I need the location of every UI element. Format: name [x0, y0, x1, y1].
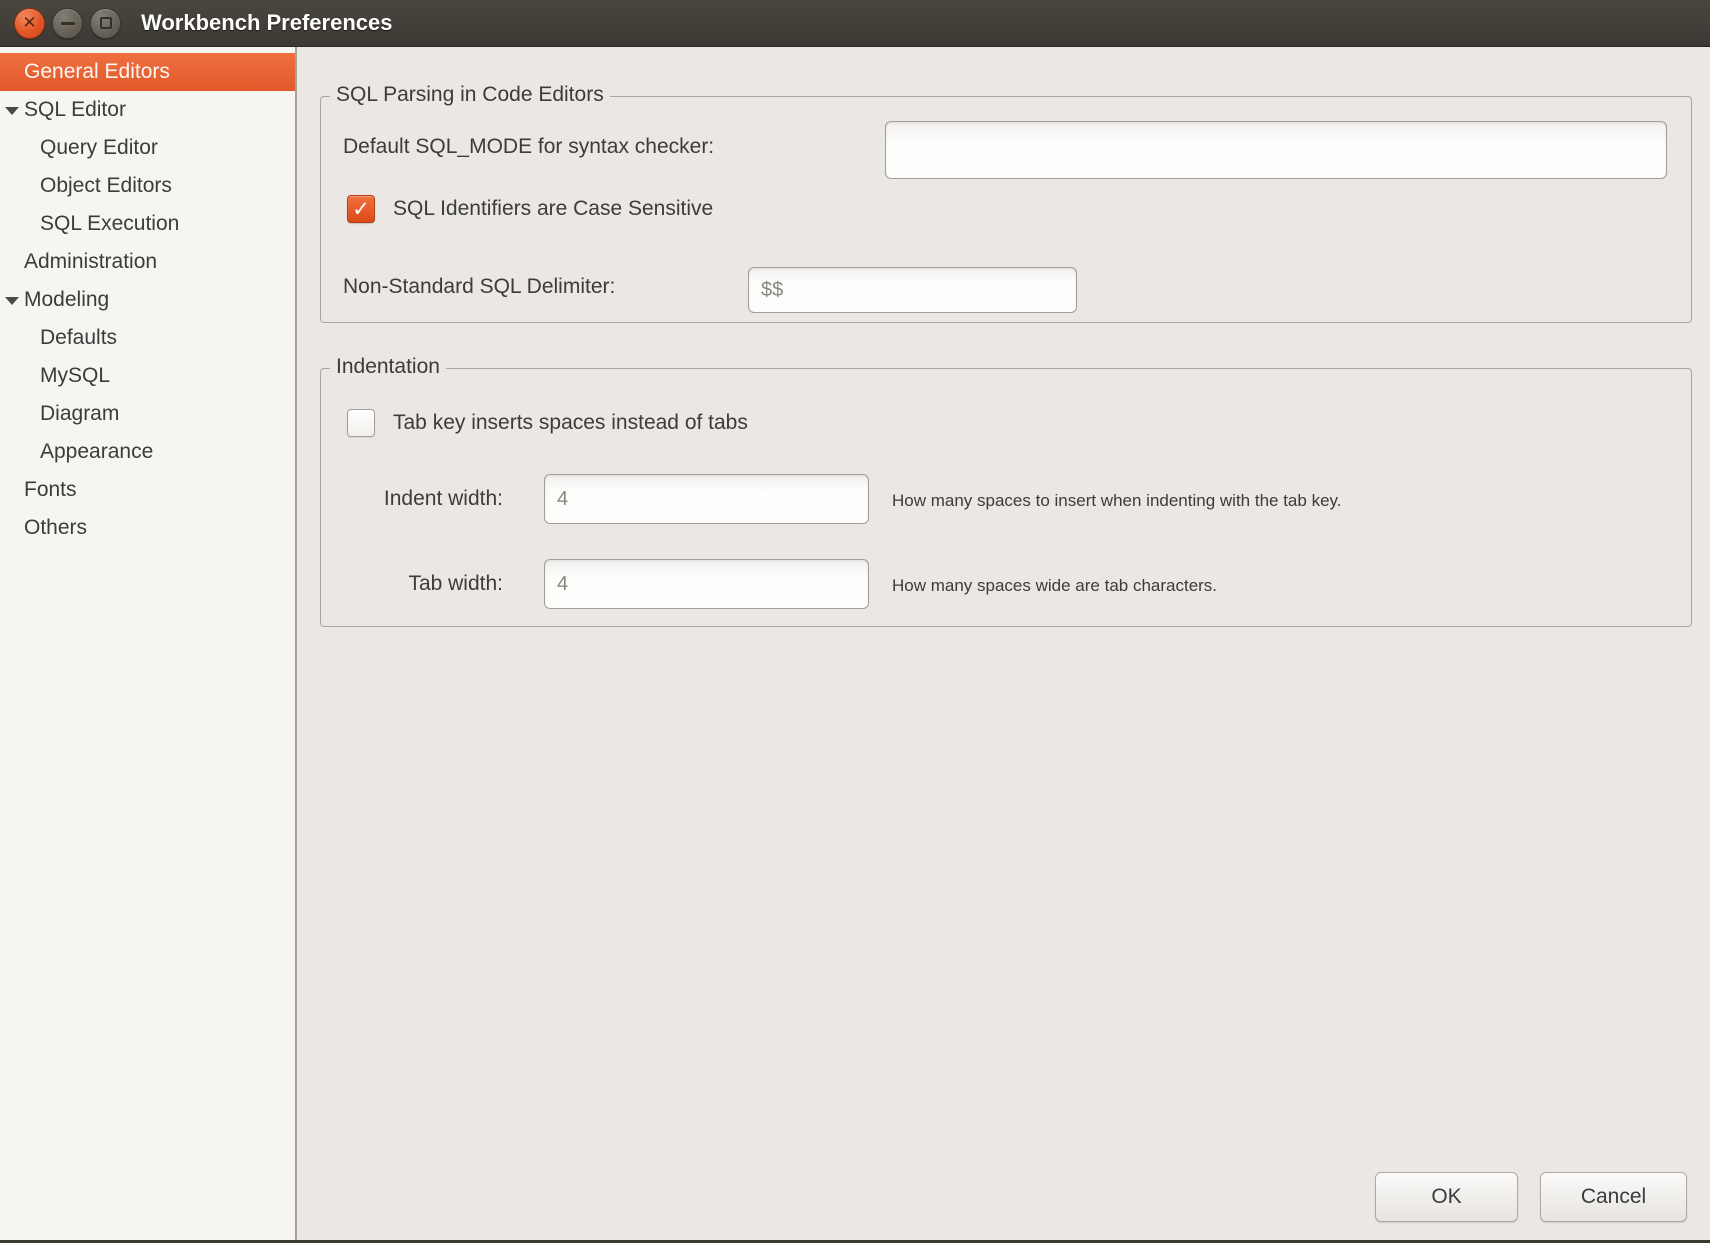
- tab-width-input[interactable]: [544, 559, 869, 609]
- checkmark-icon: ✓: [352, 199, 370, 220]
- sidebar-item-sql-editor[interactable]: SQL Editor: [0, 91, 295, 129]
- close-icon: ✕: [22, 14, 36, 31]
- sidebar-item-label: Administration: [24, 250, 157, 274]
- sidebar-item-label: SQL Editor: [24, 98, 126, 122]
- sidebar-item-query-editor[interactable]: Query Editor: [0, 129, 295, 167]
- sidebar-item-diagram[interactable]: Diagram: [0, 395, 295, 433]
- sidebar-item-label: Fonts: [24, 478, 77, 502]
- indentation-group: Indentation Tab key inserts spaces inste…: [320, 368, 1692, 627]
- delimiter-label: Non-Standard SQL Delimiter:: [343, 275, 615, 299]
- sidebar-item-label: Appearance: [40, 440, 153, 464]
- sidebar-item-administration[interactable]: Administration: [0, 243, 295, 281]
- case-sensitive-checkbox[interactable]: ✓: [347, 195, 375, 223]
- maximize-icon: [100, 17, 112, 29]
- group-title: SQL Parsing in Code Editors: [330, 82, 610, 108]
- cancel-button[interactable]: Cancel: [1540, 1172, 1687, 1222]
- sidebar-item-label: SQL Execution: [40, 212, 179, 236]
- ok-button[interactable]: OK: [1375, 1172, 1518, 1222]
- delimiter-input[interactable]: [748, 267, 1077, 313]
- chevron-down-icon[interactable]: [5, 297, 19, 305]
- sql-parsing-group: SQL Parsing in Code Editors Default SQL_…: [320, 96, 1692, 323]
- sidebar-item-appearance[interactable]: Appearance: [0, 433, 295, 471]
- window-maximize-button[interactable]: [90, 8, 121, 39]
- preferences-sidebar: General Editors SQL Editor Query Editor …: [0, 47, 297, 1240]
- sidebar-item-defaults[interactable]: Defaults: [0, 319, 295, 357]
- case-sensitive-label[interactable]: SQL Identifiers are Case Sensitive: [393, 197, 713, 221]
- sidebar-item-label: Object Editors: [40, 174, 172, 198]
- sidebar-item-modeling[interactable]: Modeling: [0, 281, 295, 319]
- sidebar-item-object-editors[interactable]: Object Editors: [0, 167, 295, 205]
- group-title: Indentation: [330, 354, 446, 380]
- indent-width-input[interactable]: [544, 474, 869, 524]
- preferences-panel: SQL Parsing in Code Editors Default SQL_…: [297, 47, 1710, 1240]
- window-minimize-button[interactable]: [52, 8, 83, 39]
- titlebar: ✕ Workbench Preferences: [0, 0, 1710, 47]
- sidebar-item-mysql[interactable]: MySQL: [0, 357, 295, 395]
- minimize-icon: [61, 22, 75, 25]
- sidebar-item-label: Defaults: [40, 326, 117, 350]
- tab-inserts-spaces-checkbox[interactable]: [347, 409, 375, 437]
- window-close-button[interactable]: ✕: [14, 8, 45, 39]
- tab-width-label: Tab width:: [341, 572, 503, 596]
- sidebar-item-others[interactable]: Others: [0, 509, 295, 547]
- sidebar-item-label: Others: [24, 516, 87, 540]
- indent-width-description: How many spaces to insert when indenting…: [892, 491, 1341, 511]
- tab-inserts-spaces-label[interactable]: Tab key inserts spaces instead of tabs: [393, 411, 748, 435]
- sql-mode-input[interactable]: [885, 121, 1667, 179]
- tab-width-description: How many spaces wide are tab characters.: [892, 576, 1217, 596]
- sql-mode-label: Default SQL_MODE for syntax checker:: [343, 135, 714, 159]
- sidebar-item-sql-execution[interactable]: SQL Execution: [0, 205, 295, 243]
- sidebar-item-label: MySQL: [40, 364, 110, 388]
- indent-width-label: Indent width:: [341, 487, 503, 511]
- sidebar-item-label: Query Editor: [40, 136, 158, 160]
- window-title: Workbench Preferences: [141, 10, 392, 36]
- sidebar-item-general-editors[interactable]: General Editors: [0, 53, 295, 91]
- chevron-down-icon[interactable]: [5, 107, 19, 115]
- sidebar-item-label: Diagram: [40, 402, 119, 426]
- sidebar-item-label: General Editors: [24, 60, 170, 84]
- sidebar-item-fonts[interactable]: Fonts: [0, 471, 295, 509]
- sidebar-item-label: Modeling: [24, 288, 109, 312]
